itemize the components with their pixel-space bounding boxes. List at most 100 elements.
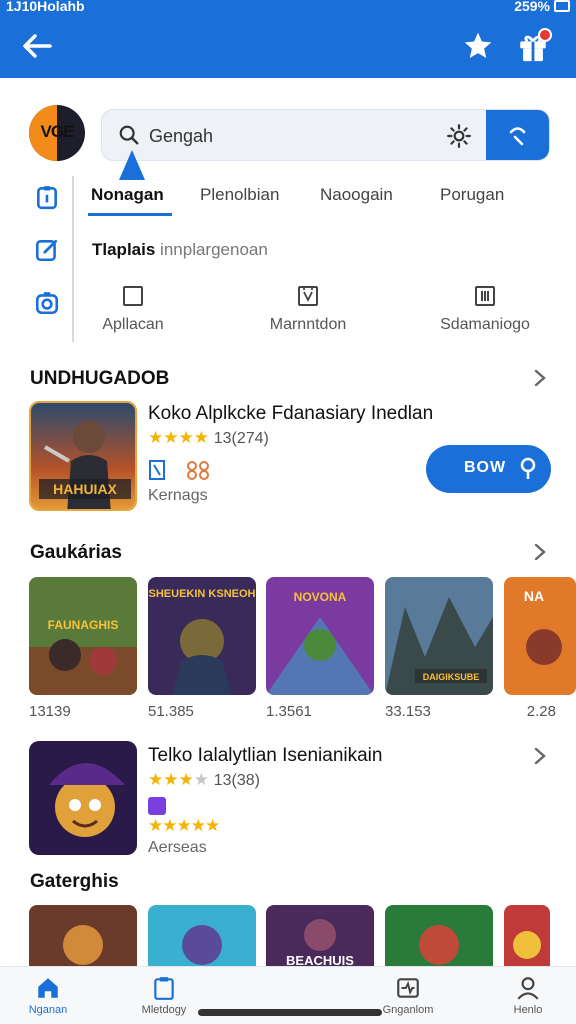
status-right-text: 259% bbox=[514, 0, 550, 14]
section-title: Gaterghis bbox=[30, 871, 119, 892]
activity-icon bbox=[397, 978, 419, 998]
notification-badge bbox=[538, 28, 552, 42]
card-label: FAUNAGHIS bbox=[48, 618, 119, 632]
buy-button[interactable]: BOW bbox=[426, 445, 551, 493]
game-card[interactable]: FAUNAGHIS 13139 bbox=[29, 577, 137, 720]
tab-plenolbian[interactable]: Plenolbian bbox=[200, 185, 279, 205]
square-icon bbox=[123, 286, 143, 306]
category-label: Marnntdon bbox=[269, 316, 347, 333]
home-indicator[interactable] bbox=[198, 1009, 382, 1016]
chevron-right-icon[interactable] bbox=[532, 746, 548, 766]
featured-app-title[interactable]: Telko Ialalytlian Isenianikain bbox=[148, 745, 382, 767]
star-icon: ★★★ bbox=[148, 770, 194, 789]
category-sdamaniogo[interactable]: Sdamaniogo bbox=[420, 284, 550, 334]
star-icon: ★★★★ bbox=[148, 428, 209, 447]
filter-subtitle: Tlaplais innplargenoan bbox=[92, 240, 268, 260]
clipboard-icon[interactable] bbox=[34, 184, 60, 210]
section-title: Gaukárias bbox=[30, 542, 122, 563]
card-price: 33.153 bbox=[385, 703, 431, 720]
favorite-button[interactable] bbox=[462, 30, 494, 62]
featured-app-subtitle: Aerseas bbox=[148, 839, 207, 856]
star-empty-icon: ★ bbox=[193, 770, 209, 789]
search-input[interactable] bbox=[149, 110, 429, 160]
game-card[interactable]: BEACHUIS bbox=[266, 905, 374, 969]
card-price: 13139 bbox=[29, 703, 71, 720]
card-price: 1.3561 bbox=[266, 703, 312, 720]
buy-button-label: BOW bbox=[464, 459, 507, 476]
featured-app-thumbnail[interactable]: HAHUIAX bbox=[29, 401, 137, 511]
game-card[interactable]: NOVONA 1.3561 bbox=[266, 577, 374, 720]
rating-count: 13(274) bbox=[213, 430, 269, 447]
search-icon bbox=[119, 125, 139, 145]
category-badge-icon bbox=[148, 797, 166, 815]
logo-text: VGE bbox=[40, 122, 75, 141]
rating: ★★★★ 13(274) bbox=[148, 428, 269, 448]
subtitle-bold: Tlaplais bbox=[92, 240, 156, 259]
app-logo[interactable]: VGE bbox=[29, 105, 85, 161]
card-label: DAIGIKSUBE bbox=[423, 672, 480, 682]
game-thumbnail: NA bbox=[504, 577, 576, 695]
tap-icon bbox=[509, 127, 526, 146]
person-icon bbox=[517, 977, 539, 1000]
document-icon bbox=[298, 286, 318, 306]
chevron-right-icon[interactable] bbox=[532, 368, 548, 388]
game-thumbnail: DAIGIKSUBE bbox=[385, 577, 493, 695]
game-card[interactable] bbox=[385, 905, 493, 969]
card-label: SHEUEKIN KSNEOH bbox=[149, 588, 256, 600]
game-card[interactable] bbox=[29, 905, 137, 969]
info-icon bbox=[520, 457, 536, 479]
star-icon: ★★★★★ bbox=[148, 816, 220, 835]
category-label: Sdamaniogo bbox=[440, 316, 530, 333]
featured-app-subtitle: Kernags bbox=[148, 487, 208, 504]
app-header: 1J10Holahb 259% bbox=[0, 0, 576, 78]
featured-app-title[interactable]: Koko Alplkcke Fdanasiary Inedlan bbox=[148, 403, 433, 425]
game-thumbnail: NOVONA bbox=[266, 577, 374, 695]
grid-icon bbox=[475, 286, 495, 306]
arrow-left-icon bbox=[23, 34, 52, 58]
camera-icon[interactable] bbox=[34, 290, 60, 316]
game-card[interactable]: DAIGIKSUBE 33.153 bbox=[385, 577, 493, 720]
chevron-right-icon[interactable] bbox=[532, 542, 548, 562]
search-submit-button[interactable] bbox=[486, 110, 549, 160]
tab-nonagan[interactable]: Nonagan bbox=[91, 185, 164, 205]
tab-porugan[interactable]: Porugan bbox=[440, 185, 504, 205]
nav-label: Nganan bbox=[28, 1004, 68, 1016]
nav-item-home[interactable]: Nganan bbox=[0, 975, 96, 1016]
nav-item-profile[interactable]: Henlo bbox=[480, 975, 576, 1016]
edit-icon[interactable] bbox=[34, 237, 60, 263]
game-thumbnail: FAUNAGHIS bbox=[29, 577, 137, 695]
pointer-icon bbox=[119, 150, 145, 180]
thumb-label: HAHUIAX bbox=[53, 481, 117, 497]
rating-count: 13(38) bbox=[213, 772, 260, 789]
nav-label: Henlo bbox=[513, 1004, 543, 1016]
category-marnntdon[interactable]: Marnntdon bbox=[243, 284, 373, 334]
game-card[interactable]: NA 2.28 bbox=[504, 577, 576, 720]
game-thumbnail: SHEUEKIN KSNEOH bbox=[148, 577, 256, 695]
active-tab-indicator bbox=[88, 213, 172, 216]
home-icon bbox=[38, 978, 58, 998]
card-label: NOVONA bbox=[294, 590, 347, 604]
settings-icon[interactable] bbox=[446, 123, 472, 149]
section-title: UNDHUGADOB bbox=[30, 368, 170, 389]
game-card[interactable] bbox=[148, 905, 256, 969]
status-bar: 1J10Holahb 259% bbox=[0, 0, 576, 16]
subtitle-light: innplargenoan bbox=[160, 240, 268, 259]
search-bar bbox=[101, 109, 550, 161]
game-art: HAHUIAX bbox=[31, 403, 135, 509]
rating: ★★★★ 13(38) bbox=[148, 770, 260, 790]
status-left-text: 1J10Holahb bbox=[6, 0, 85, 14]
gift-button[interactable] bbox=[516, 28, 552, 64]
badge-icons bbox=[149, 460, 209, 480]
featured-app-thumbnail[interactable] bbox=[29, 741, 137, 855]
game-card[interactable]: SHEUEKIN KSNEOH 51.385 bbox=[148, 577, 256, 720]
category-apllacan[interactable]: Apllacan bbox=[68, 284, 198, 334]
back-button[interactable] bbox=[20, 30, 56, 62]
tab-naoogain[interactable]: Naoogain bbox=[320, 185, 393, 205]
game-card[interactable] bbox=[504, 905, 550, 969]
card-label: NA bbox=[524, 588, 544, 604]
card-price: 2.28 bbox=[526, 703, 556, 720]
category-label: Apllacan bbox=[102, 316, 164, 333]
battery-icon bbox=[554, 0, 570, 12]
star-icon bbox=[464, 32, 492, 58]
card-price: 51.385 bbox=[148, 703, 194, 720]
